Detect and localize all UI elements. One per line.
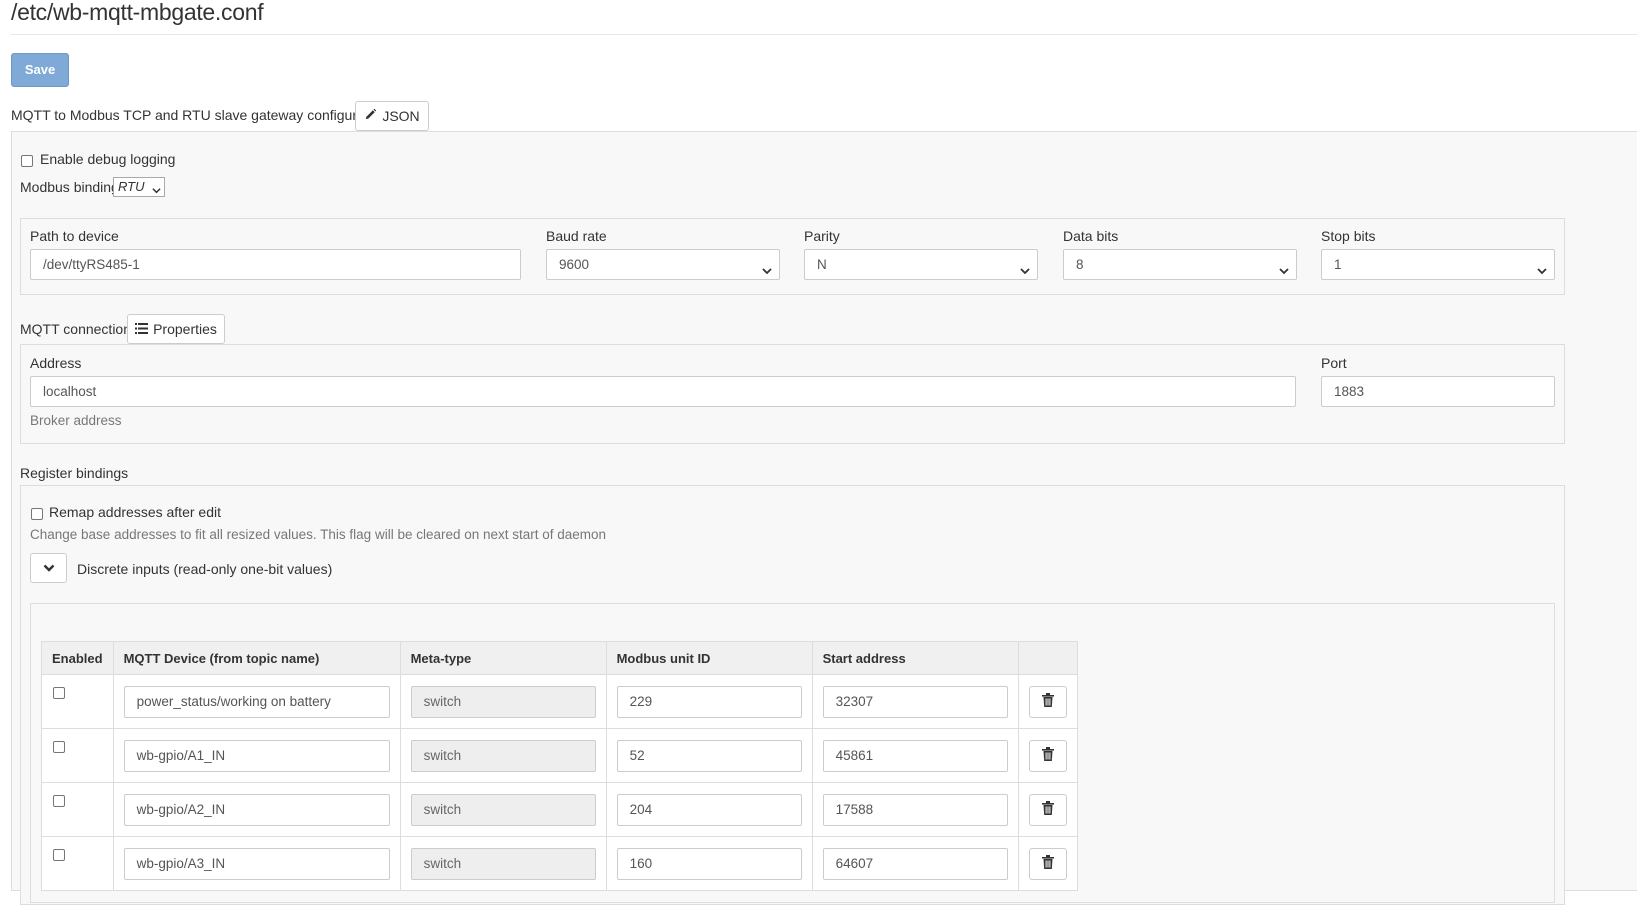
divider <box>11 34 1637 35</box>
address-help: Broker address <box>30 413 122 428</box>
device-input[interactable]: power_status/working on battery <box>123 685 390 718</box>
path-input[interactable]: /dev/ttyRS485-1 <box>30 249 521 280</box>
debug-checkbox[interactable] <box>21 155 33 167</box>
unit-id-input[interactable]: 52 <box>616 739 802 772</box>
debug-label: Enable debug logging <box>40 151 176 167</box>
list-icon <box>135 321 149 337</box>
port-label: Port <box>1321 355 1347 371</box>
col-unit: Modbus unit ID <box>605 641 813 675</box>
path-label: Path to device <box>30 228 119 244</box>
trash-icon <box>1041 855 1054 872</box>
page-title: /etc/wb-mqtt-mbgate.conf <box>11 0 264 25</box>
table-header-row: Enabled MQTT Device (from topic name) Me… <box>41 641 1078 675</box>
trash-icon <box>1041 801 1054 818</box>
properties-button[interactable]: Properties <box>127 314 225 344</box>
table-row: wb-gpio/A3_IN switch 160 64607 <box>41 836 1078 891</box>
stopbits-select[interactable]: 1 <box>1321 249 1555 280</box>
row-enabled-checkbox[interactable] <box>53 741 65 753</box>
parity-select[interactable]: N <box>804 249 1038 280</box>
start-address-input[interactable]: 45861 <box>822 739 1008 772</box>
start-address-input[interactable]: 32307 <box>822 685 1008 718</box>
binding-label: Modbus binding <box>20 179 119 195</box>
col-enabled: Enabled <box>41 641 114 675</box>
json-button-label: JSON <box>382 108 420 124</box>
chevron-down-icon <box>1019 258 1031 279</box>
unit-id-input[interactable]: 229 <box>616 685 802 718</box>
address-input[interactable]: localhost <box>30 376 1296 407</box>
chevron-down-icon <box>43 560 55 576</box>
unit-id-input[interactable]: 204 <box>616 793 802 826</box>
mqtt-heading: MQTT connection <box>20 321 132 337</box>
databits-select[interactable]: 8 <box>1063 249 1297 280</box>
meta-type-input: switch <box>410 793 596 826</box>
delete-row-button[interactable] <box>1028 739 1067 772</box>
unit-id-input[interactable]: 160 <box>616 847 802 880</box>
baud-value: 9600 <box>559 257 590 272</box>
binding-value: RTU <box>118 179 145 194</box>
binding-select[interactable]: RTU <box>113 177 165 197</box>
chevron-down-icon <box>1536 258 1548 279</box>
meta-type-input: switch <box>410 739 596 772</box>
discrete-inputs-label: Discrete inputs (read-only one-bit value… <box>77 561 333 577</box>
parity-label: Parity <box>804 228 840 244</box>
remap-label: Remap addresses after edit <box>49 504 221 520</box>
baud-select[interactable]: 9600 <box>546 249 780 280</box>
chevron-down-icon <box>761 258 773 279</box>
chevron-down-icon <box>152 182 161 200</box>
databits-value: 8 <box>1076 257 1084 272</box>
meta-type-input: switch <box>410 847 596 880</box>
col-start: Start address <box>811 641 1019 675</box>
baud-label: Baud rate <box>546 228 607 244</box>
table-row: wb-gpio/A1_IN switch 52 45861 <box>41 728 1078 783</box>
device-input[interactable]: wb-gpio/A3_IN <box>123 847 390 880</box>
row-enabled-checkbox[interactable] <box>53 849 65 861</box>
pencil-icon <box>364 108 377 124</box>
trash-icon <box>1041 747 1054 764</box>
collapse-button[interactable] <box>30 553 67 583</box>
databits-label: Data bits <box>1063 228 1119 244</box>
table-row: wb-gpio/A2_IN switch 204 17588 <box>41 782 1078 837</box>
remap-help: Change base addresses to fit all resized… <box>30 527 607 542</box>
registers-heading: Register bindings <box>20 465 129 481</box>
start-address-input[interactable]: 64607 <box>822 847 1008 880</box>
remap-checkbox[interactable] <box>31 508 43 520</box>
discrete-inputs-table: Enabled MQTT Device (from topic name) Me… <box>41 641 1078 891</box>
delete-row-button[interactable] <box>1028 847 1067 880</box>
col-meta: Meta-type <box>399 641 607 675</box>
trash-icon <box>1041 693 1054 710</box>
properties-button-label: Properties <box>153 321 217 337</box>
row-enabled-checkbox[interactable] <box>53 795 65 807</box>
stopbits-value: 1 <box>1334 257 1342 272</box>
delete-row-button[interactable] <box>1028 793 1067 826</box>
port-input[interactable]: 1883 <box>1321 376 1555 407</box>
chevron-down-icon <box>1278 258 1290 279</box>
delete-row-button[interactable] <box>1028 685 1067 718</box>
col-device: MQTT Device (from topic name) <box>112 641 401 675</box>
table-row: power_status/working on battery switch 2… <box>41 674 1078 729</box>
col-actions <box>1017 641 1078 675</box>
device-input[interactable]: wb-gpio/A1_IN <box>123 739 390 772</box>
config-heading: MQTT to Modbus TCP and RTU slave gateway… <box>11 107 388 123</box>
device-input[interactable]: wb-gpio/A2_IN <box>123 793 390 826</box>
address-label: Address <box>30 355 82 371</box>
row-enabled-checkbox[interactable] <box>53 687 65 699</box>
start-address-input[interactable]: 17588 <box>822 793 1008 826</box>
parity-value: N <box>817 257 827 272</box>
json-button[interactable]: JSON <box>355 101 429 131</box>
stopbits-label: Stop bits <box>1321 228 1376 244</box>
save-button[interactable]: Save <box>11 53 69 87</box>
meta-type-input: switch <box>410 685 596 718</box>
